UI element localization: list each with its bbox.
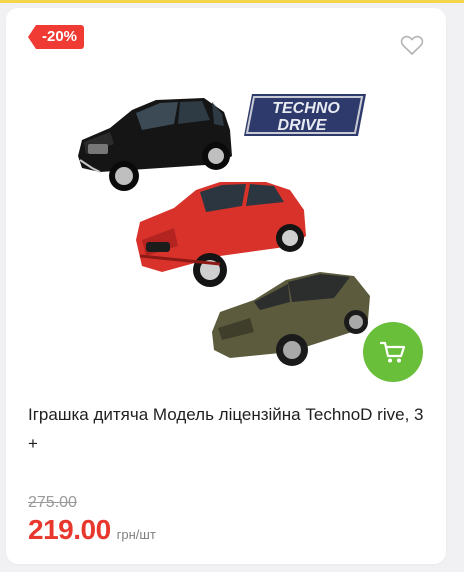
red-crossover-car <box>136 182 306 287</box>
product-card[interactable]: -20% TECHNO DRIVE Іграшка дитяча Модель … <box>6 8 446 564</box>
techno-drive-logo: TECHNO DRIVE <box>244 94 366 136</box>
heart-outline-icon <box>400 35 424 55</box>
product-image[interactable]: TECHNO DRIVE <box>70 80 376 380</box>
discount-badge: -20% <box>28 25 85 49</box>
product-title[interactable]: Іграшка дитяча Модель ліцензійна TechnoD… <box>28 400 428 458</box>
logo-text-drive: DRIVE <box>278 117 328 134</box>
price-row: 219.00 грн/шт <box>28 514 156 546</box>
favorite-button[interactable] <box>400 34 424 56</box>
logo-text-techno: TECHNO <box>272 100 340 117</box>
current-price: 219.00 <box>28 514 111 545</box>
top-accent-strip <box>0 0 464 3</box>
cart-icon <box>380 341 406 363</box>
add-to-cart-button[interactable] <box>363 322 423 382</box>
black-suv-car <box>78 98 232 191</box>
price-unit: грн/шт <box>116 527 156 542</box>
olive-coupe-car <box>212 272 370 366</box>
old-price: 275.00 <box>28 494 77 511</box>
